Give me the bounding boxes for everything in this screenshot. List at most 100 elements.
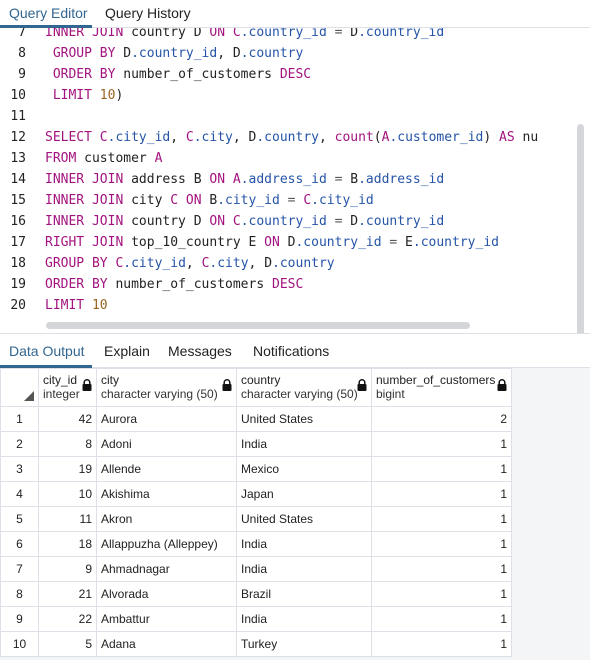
column-header-number-of-customers[interactable]: number_of_customers bigint [371, 368, 512, 407]
code-token: , [232, 130, 249, 145]
cell-number-of-customers[interactable]: 1 [371, 456, 512, 482]
cell-city-id[interactable]: 9 [38, 556, 97, 582]
code-token: .city_id [107, 130, 171, 145]
cell-number-of-customers[interactable]: 1 [371, 631, 512, 657]
table-row[interactable]: 3 19 Allende Mexico 1 [0, 456, 512, 482]
code-line[interactable]: GROUP BY D.country_id, D.country [45, 43, 304, 64]
sql-editor[interactable]: 7 8 9 10 11 12 13 14 15 16 17 18 19 20 INNER JOIN cou… [0, 28, 590, 334]
cell-city[interactable]: Alvorada [96, 581, 237, 607]
code-area[interactable]: INNER JOIN country D ON C.country_id = D… [38, 28, 574, 318]
code-line[interactable]: INNER JOIN city C ON B.city_id = C.city_… [45, 190, 374, 211]
row-number[interactable]: 7 [0, 556, 39, 582]
code-token: .city_id [217, 193, 280, 208]
code-line[interactable]: INNER JOIN country D ON C.country_id = D… [45, 28, 444, 43]
column-header-country[interactable]: country character varying (50) [236, 368, 372, 407]
cell-number-of-customers[interactable]: 2 [371, 406, 512, 432]
code-token: INNER JOIN [45, 172, 132, 187]
row-number[interactable]: 6 [0, 531, 39, 557]
code-line[interactable]: INNER JOIN country D ON C.country_id = D… [45, 211, 444, 232]
code-line[interactable]: LIMIT 10) [45, 85, 123, 106]
code-line[interactable]: LIMIT 10 [45, 295, 108, 316]
cell-city-id[interactable]: 21 [38, 581, 97, 607]
code-token: .country_id [358, 28, 445, 40]
tab-query-editor[interactable]: Query Editor [9, 5, 88, 21]
row-number[interactable]: 3 [0, 456, 39, 482]
table-row[interactable]: 1 42 Aurora United States 2 [0, 406, 512, 432]
column-header-city-id[interactable]: city_id integer [38, 368, 97, 407]
row-number[interactable]: 4 [0, 481, 39, 507]
select-all-corner[interactable] [0, 368, 39, 407]
cell-number-of-customers[interactable]: 1 [371, 531, 512, 557]
code-line[interactable]: RIGHT JOIN top_10_country E ON D.country… [45, 232, 499, 253]
cell-city-id[interactable]: 42 [38, 406, 97, 432]
cell-city-id[interactable]: 11 [38, 506, 97, 532]
cell-country[interactable]: Brazil [236, 581, 372, 607]
cell-number-of-customers[interactable]: 1 [371, 606, 512, 632]
tab-query-history[interactable]: Query History [105, 5, 191, 21]
cell-country[interactable]: Turkey [236, 631, 372, 657]
cell-city[interactable]: Ahmadnagar [96, 556, 237, 582]
cell-city[interactable]: Ambattur [96, 606, 237, 632]
code-line[interactable]: ORDER BY number_of_customers DESC [45, 64, 311, 85]
code-token: .country_id [295, 235, 382, 250]
cell-city-id[interactable]: 5 [38, 631, 97, 657]
cell-country[interactable]: India [236, 431, 372, 457]
cell-city[interactable]: Aurora [96, 406, 237, 432]
table-row[interactable]: 4 10 Akishima Japan 1 [0, 481, 512, 507]
row-number[interactable]: 2 [0, 431, 39, 457]
table-row[interactable]: 6 18 Allappuzha (Alleppey) India 1 [0, 531, 512, 557]
cell-city-id[interactable]: 18 [38, 531, 97, 557]
cell-number-of-customers[interactable]: 1 [371, 431, 512, 457]
cell-number-of-customers[interactable]: 1 [371, 481, 512, 507]
cell-city[interactable]: Akron [96, 506, 237, 532]
cell-city[interactable]: Adana [96, 631, 237, 657]
cell-city-id[interactable]: 19 [38, 456, 97, 482]
line-number: 9 [18, 67, 26, 82]
table-row[interactable]: 5 11 Akron United States 1 [0, 506, 512, 532]
column-header-city[interactable]: city character varying (50) [96, 368, 237, 407]
table-row[interactable]: 7 9 Ahmadnagar India 1 [0, 556, 512, 582]
code-token: E [405, 235, 413, 250]
code-token: ORDER BY [45, 277, 116, 292]
cell-city[interactable]: Allende [96, 456, 237, 482]
code-line[interactable]: GROUP BY C.city_id, C.city, D.country [45, 253, 335, 274]
table-row[interactable]: 10 5 Adana Turkey 1 [0, 631, 512, 657]
tab-explain[interactable]: Explain [104, 343, 150, 359]
cell-city-id[interactable]: 10 [38, 481, 97, 507]
table-row[interactable]: 8 21 Alvorada Brazil 1 [0, 581, 512, 607]
cell-city[interactable]: Akishima [96, 481, 237, 507]
cell-city[interactable]: Allappuzha (Alleppey) [96, 531, 237, 557]
cell-country[interactable]: India [236, 531, 372, 557]
cell-number-of-customers[interactable]: 1 [371, 506, 512, 532]
cell-country[interactable]: India [236, 606, 372, 632]
code-line[interactable]: FROM customer A [45, 148, 162, 169]
editor-horizontal-scrollbar[interactable] [46, 322, 470, 329]
code-line[interactable]: ORDER BY number_of_customers DESC [45, 274, 303, 295]
cell-country[interactable]: United States [236, 406, 372, 432]
tab-notifications[interactable]: Notifications [253, 343, 329, 359]
row-number[interactable]: 9 [0, 606, 39, 632]
code-token: = [326, 28, 351, 40]
cell-country[interactable]: United States [236, 506, 372, 532]
cell-number-of-customers[interactable]: 1 [371, 581, 512, 607]
cell-city-id[interactable]: 22 [38, 606, 97, 632]
code-token: .country_id [131, 46, 218, 61]
cell-country[interactable]: India [236, 556, 372, 582]
table-row[interactable]: 2 8 Adoni India 1 [0, 431, 512, 457]
row-number[interactable]: 5 [0, 506, 39, 532]
code-token: ORDER BY [45, 67, 124, 82]
code-line[interactable]: INNER JOIN address B ON A.address_id = B… [45, 169, 444, 190]
cell-city-id[interactable]: 8 [38, 431, 97, 457]
editor-vertical-scrollbar[interactable] [577, 124, 584, 334]
cell-city[interactable]: Adoni [96, 431, 237, 457]
code-line[interactable]: SELECT C.city_id, C.city, D.country, cou… [45, 127, 538, 148]
tab-data-output[interactable]: Data Output [9, 343, 85, 359]
table-row[interactable]: 9 22 Ambattur India 1 [0, 606, 512, 632]
cell-country[interactable]: Mexico [236, 456, 372, 482]
row-number[interactable]: 1 [0, 406, 39, 432]
row-number[interactable]: 8 [0, 581, 39, 607]
row-number[interactable]: 10 [0, 631, 39, 657]
tab-messages[interactable]: Messages [168, 343, 232, 359]
cell-country[interactable]: Japan [236, 481, 372, 507]
cell-number-of-customers[interactable]: 1 [371, 556, 512, 582]
